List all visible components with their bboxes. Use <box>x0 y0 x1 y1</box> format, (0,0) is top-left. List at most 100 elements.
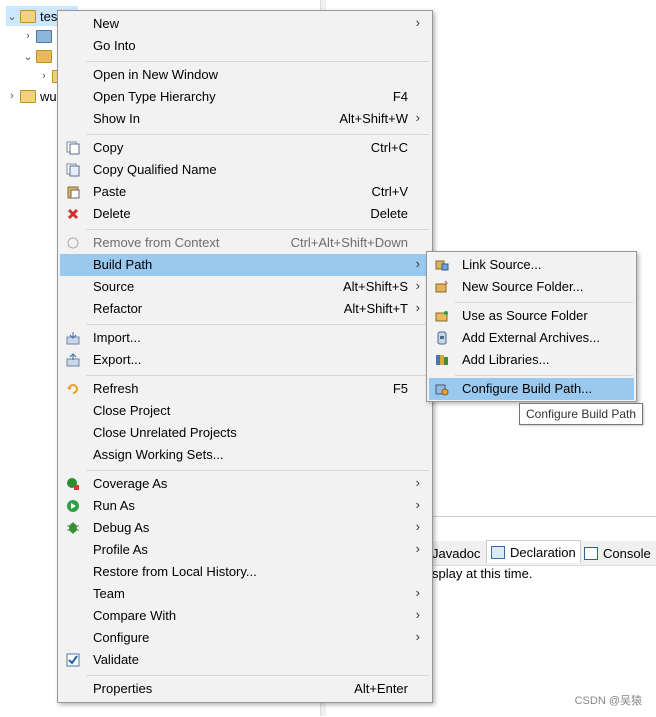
menu-item-1[interactable]: Go Into <box>60 35 430 57</box>
watermark: CSDN @吴猿 <box>574 695 642 707</box>
menu-item-6[interactable]: Copy Qualified Name <box>60 159 430 181</box>
menu-item-label: Refactor <box>93 301 143 316</box>
tree-item-label: wu <box>40 88 57 104</box>
collapse-arrow-icon[interactable]: › <box>22 30 34 42</box>
menu-item-shortcut: Ctrl+V <box>371 184 408 199</box>
tree-item-child[interactable]: › <box>22 26 56 46</box>
menu-item-shortcut: Ctrl+C <box>370 140 408 155</box>
tab-label: Declaration <box>510 544 576 560</box>
menu-item-label: Debug As <box>93 520 150 535</box>
menu-item-0[interactable]: Link Source... <box>429 254 634 276</box>
menu-item-17[interactable]: Close Unrelated Projects <box>60 422 430 444</box>
menu-item-label: Team <box>93 586 125 601</box>
tab-label: Console <box>603 545 651 561</box>
menu-item-2[interactable]: Open in New Window <box>60 64 430 86</box>
menu-item-27[interactable]: Validate <box>60 649 430 671</box>
collapse-arrow-icon[interactable]: › <box>6 90 18 102</box>
declaration-icon <box>491 545 505 559</box>
collapse-arrow-icon[interactable]: › <box>38 70 50 82</box>
menu-item-label: Run As <box>93 498 135 513</box>
menu-item-8[interactable]: Delete Delete <box>60 203 430 225</box>
tab-label: Javadoc <box>432 545 481 561</box>
tab-javadoc[interactable]: Javadoc <box>432 542 480 564</box>
submenu-arrow-icon: › <box>415 607 420 622</box>
new-source-folder-icon <box>435 280 448 293</box>
menu-item-label: Import... <box>93 330 141 345</box>
menu-item-label: Restore from Local History... <box>93 564 257 579</box>
menu-item-shortcut: Alt+Shift+S <box>342 279 408 294</box>
validate-checkbox-icon <box>66 653 80 667</box>
use-source-folder-icon <box>435 311 448 322</box>
copy-icon <box>66 141 80 155</box>
build-path-submenu: Link Source... New Source Folder... Use as… <box>426 251 637 402</box>
tree-item-label: tes <box>40 8 58 24</box>
paste-icon <box>67 186 80 199</box>
console-icon <box>584 546 598 560</box>
menu-item-13[interactable]: Import... <box>60 327 430 349</box>
coverage-icon <box>67 478 79 490</box>
expand-arrow-icon[interactable]: ⌄ <box>22 50 34 63</box>
menu-item-16[interactable]: Close Project <box>60 400 430 422</box>
menu-item-9[interactable]: Remove from Context Ctrl+Alt+Shift+Down <box>60 232 430 254</box>
menu-item-label: Use as Source Folder <box>462 308 588 323</box>
tree-item-project[interactable]: › wu <box>6 86 57 106</box>
library-icon <box>36 29 52 43</box>
run-icon <box>67 500 79 512</box>
menu-item-label: Assign Working Sets... <box>93 447 224 462</box>
menu-item-14[interactable]: Export... <box>60 349 430 371</box>
menu-item-15[interactable]: Refresh F5 <box>60 378 430 400</box>
menu-item-12[interactable]: Refactor Alt+Shift+T › <box>60 298 430 320</box>
menu-item-label: Source <box>93 279 135 294</box>
debug-icon <box>67 522 79 534</box>
menu-separator <box>86 134 429 135</box>
menu-item-3[interactable]: Add External Archives... <box>429 327 634 349</box>
menu-item-4[interactable]: Add Libraries... <box>429 349 634 371</box>
menu-separator <box>455 375 633 376</box>
menu-item-2[interactable]: Use as Source Folder <box>429 305 634 327</box>
menu-item-label: Delete <box>93 206 131 221</box>
tooltip: Configure Build Path <box>519 403 644 425</box>
menu-item-label: Profile As <box>93 542 148 557</box>
menu-item-label: Coverage As <box>93 476 168 491</box>
menu-item-21[interactable]: Debug As › <box>60 517 430 539</box>
tab-console[interactable]: Console <box>584 542 651 564</box>
menu-item-label: Close Project <box>93 403 171 418</box>
menu-item-5[interactable]: Copy Ctrl+C <box>60 137 430 159</box>
delete-icon <box>67 208 79 220</box>
menu-item-1[interactable]: New Source Folder... <box>429 276 634 298</box>
menu-item-label: Show In <box>93 111 140 126</box>
menu-separator <box>455 302 633 303</box>
menu-item-label: Compare With <box>93 608 177 623</box>
submenu-arrow-icon: › <box>415 497 420 512</box>
menu-item-5[interactable]: Configure Build Path... <box>429 378 634 400</box>
menu-item-22[interactable]: Profile As › <box>60 539 430 561</box>
expand-arrow-icon[interactable]: ⌄ <box>6 10 18 23</box>
menu-item-10[interactable]: Build Path › <box>60 254 430 276</box>
menu-item-label: Configure Build Path... <box>462 381 593 396</box>
menu-item-25[interactable]: Compare With › <box>60 605 430 627</box>
menu-item-18[interactable]: Assign Working Sets... <box>60 444 430 466</box>
menu-item-4[interactable]: Show In Alt+Shift+W › <box>60 108 430 130</box>
tab-declaration[interactable]: Declaration <box>486 540 581 563</box>
menu-item-label: Copy Qualified Name <box>93 162 217 177</box>
panel-message: splay at this time. <box>432 566 533 581</box>
menu-item-28[interactable]: Properties Alt+Enter <box>60 678 430 700</box>
menu-item-shortcut: Alt+Enter <box>354 681 408 696</box>
menu-item-label: Export... <box>93 352 142 367</box>
menu-item-20[interactable]: Run As › <box>60 495 430 517</box>
menu-item-26[interactable]: Configure › <box>60 627 430 649</box>
project-folder-icon <box>20 9 36 23</box>
tree-item-child[interactable]: ⌄ <box>22 46 56 66</box>
link-source-icon <box>435 260 449 271</box>
package-icon <box>36 49 52 63</box>
menu-item-19[interactable]: Coverage As › <box>60 473 430 495</box>
menu-item-3[interactable]: Open Type Hierarchy F4 <box>60 86 430 108</box>
menu-item-0[interactable]: New › <box>60 13 430 35</box>
submenu-arrow-icon: › <box>415 278 420 293</box>
menu-item-23[interactable]: Restore from Local History... <box>60 561 430 583</box>
menu-item-11[interactable]: Source Alt+Shift+S › <box>60 276 430 298</box>
menu-item-7[interactable]: Paste Ctrl+V <box>60 181 430 203</box>
menu-separator <box>86 375 429 376</box>
menu-item-24[interactable]: Team › <box>60 583 430 605</box>
import-icon <box>66 332 80 345</box>
